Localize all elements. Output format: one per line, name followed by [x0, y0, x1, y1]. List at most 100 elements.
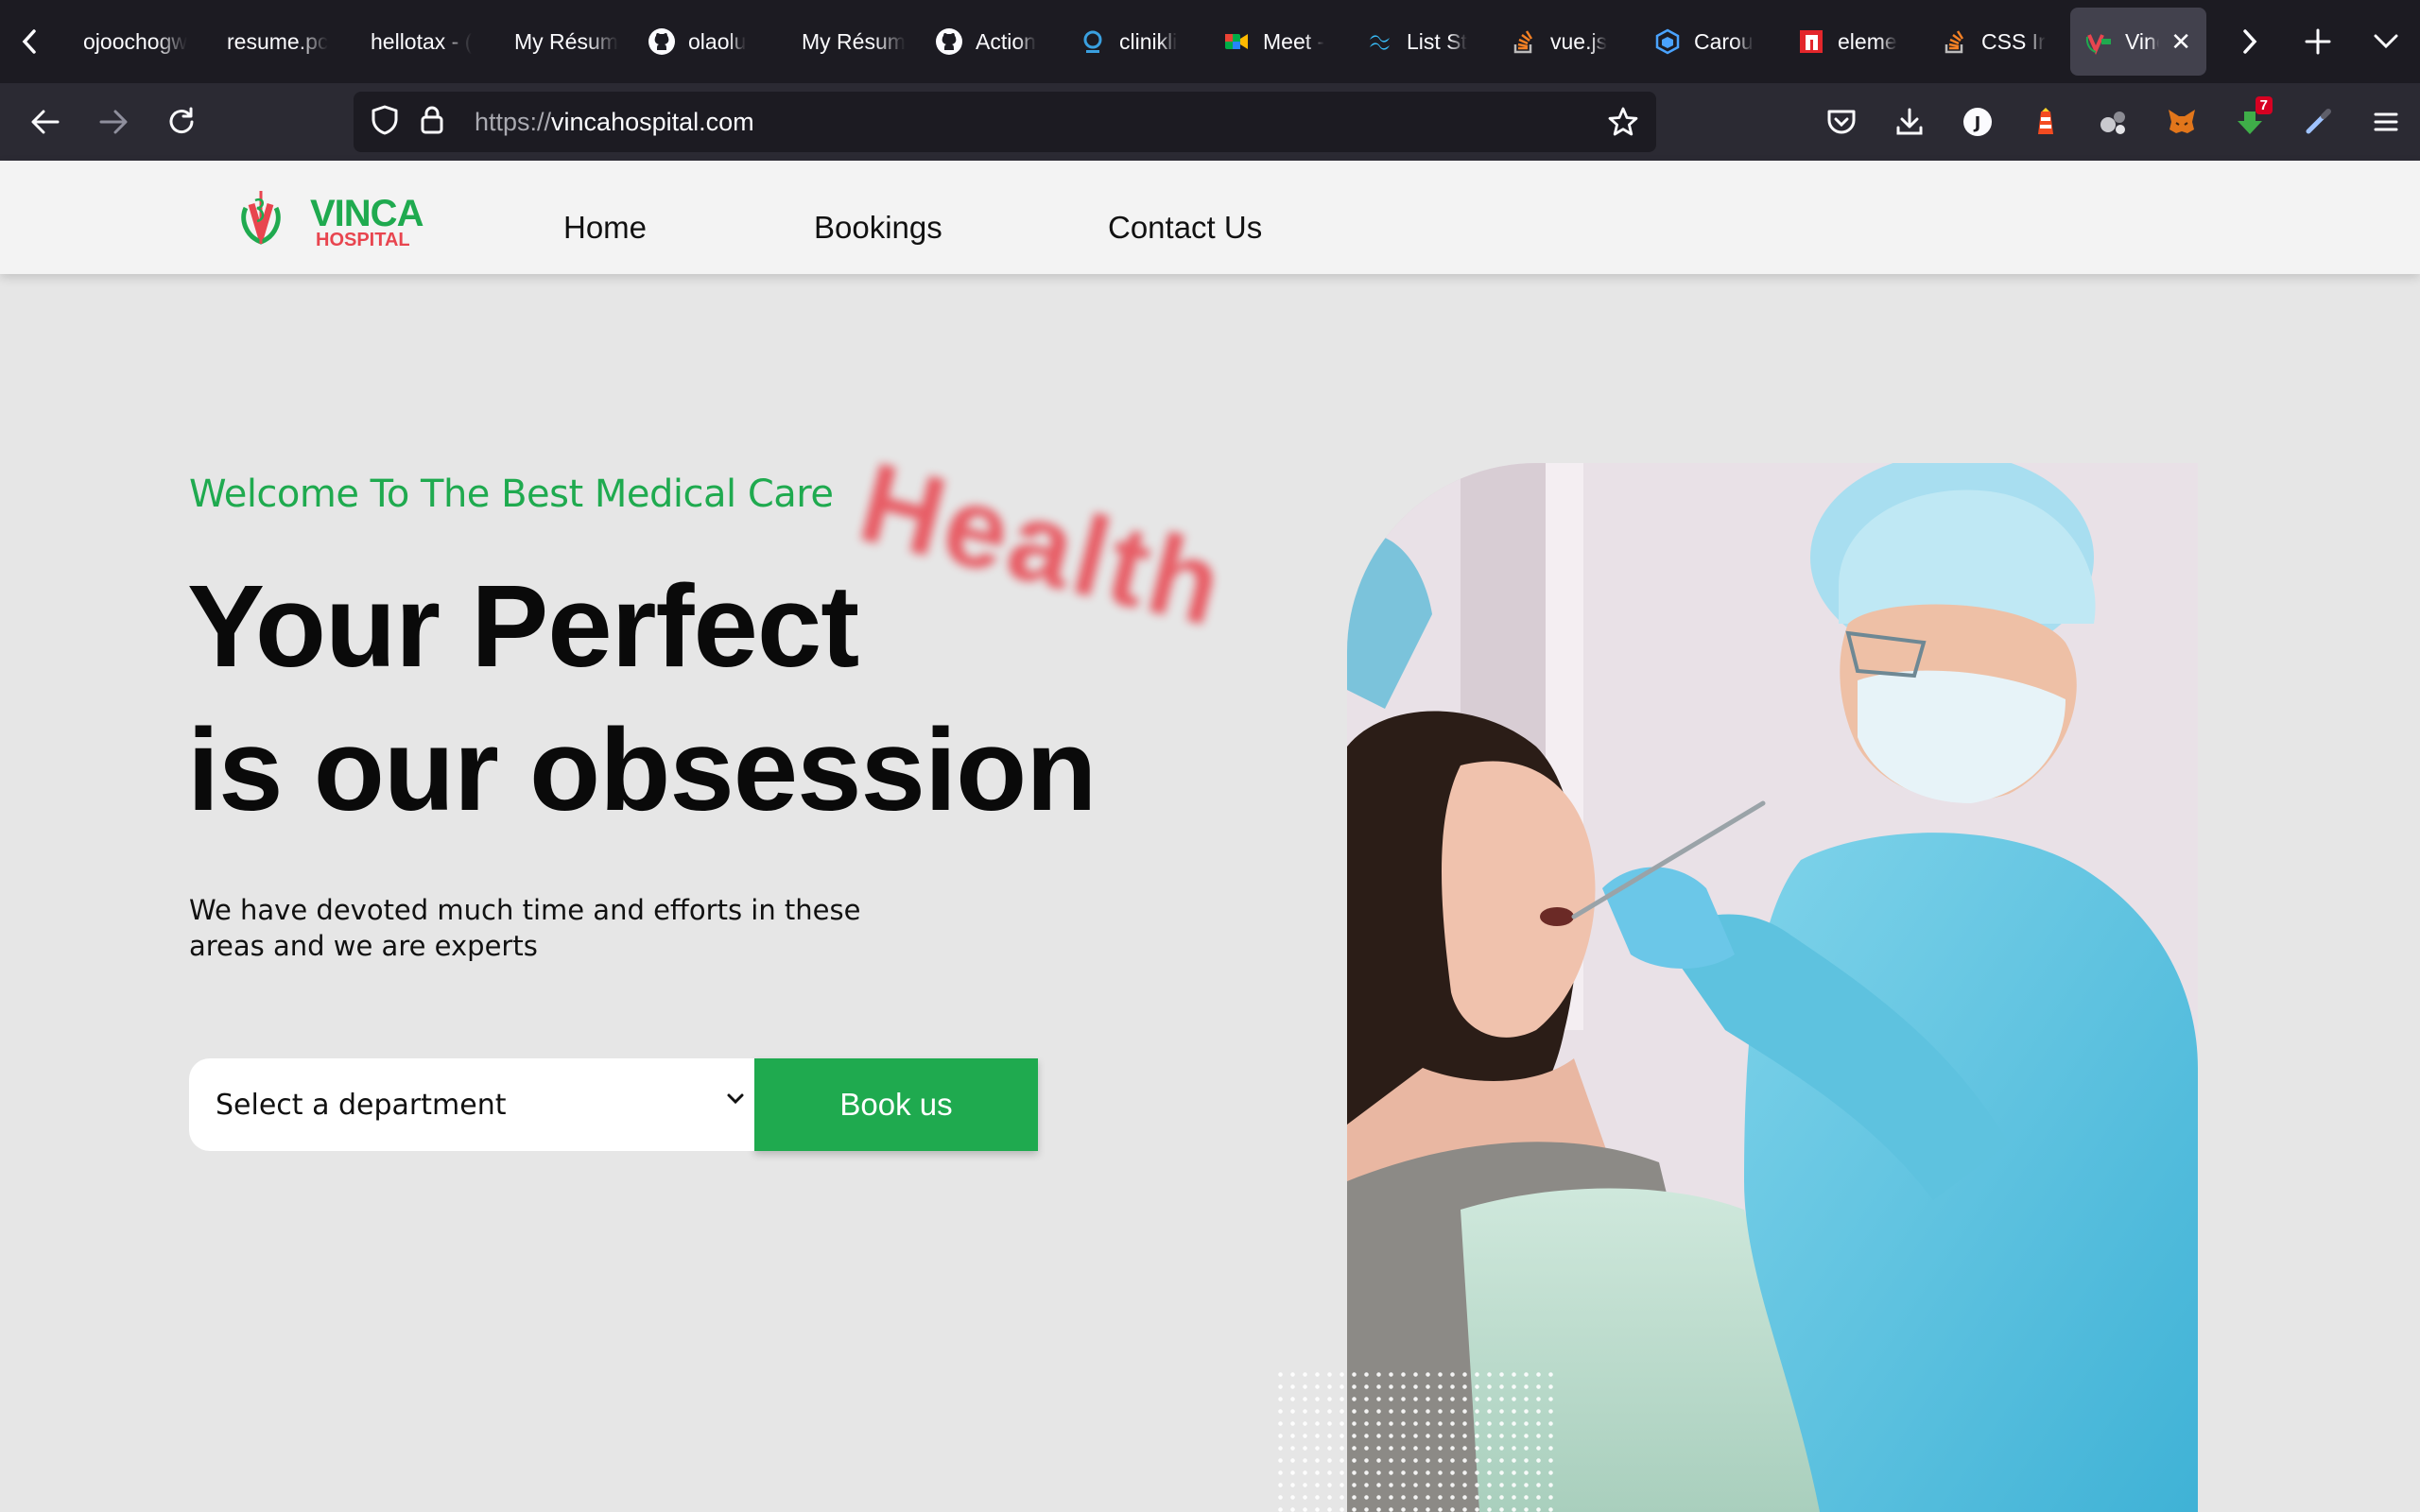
decorative-dot-grid — [1274, 1368, 1558, 1512]
github-icon — [647, 26, 677, 57]
vinca-favicon-icon — [2083, 26, 2114, 57]
browser-nav-bar: https://vincahospital.com J 7 — [0, 83, 2420, 161]
booking-form: Select a department Book us — [189, 1058, 1038, 1151]
tab[interactable]: List St — [1352, 8, 1495, 76]
extension-badge: 7 — [2255, 96, 2273, 114]
tab[interactable]: Meet - — [1208, 8, 1352, 76]
tab-label: Action — [976, 28, 1036, 54]
hero-description: We have devoted much time and efforts in… — [189, 894, 861, 962]
hero-headline: Your Perfect is our obsession — [187, 556, 1097, 843]
lock-icon[interactable] — [420, 105, 454, 140]
tab[interactable]: hellotax - ( — [346, 8, 490, 76]
tailwind-icon — [1365, 26, 1395, 57]
tab-scroll-left-button[interactable] — [0, 0, 59, 83]
molecule-extension-button[interactable] — [2080, 83, 2148, 161]
hero-photo-dentist — [1347, 463, 2198, 1512]
chevron-down-icon — [2374, 34, 2398, 49]
vinca-logo[interactable]: VINCA HOSPITAL — [236, 187, 435, 253]
lighthouse-icon — [2038, 108, 2053, 134]
color-picker-extension-button[interactable] — [2284, 83, 2352, 161]
download-icon — [1896, 108, 1923, 135]
app-menu-button[interactable] — [2352, 83, 2420, 161]
tab-active[interactable]: Vinc ✕ — [2070, 8, 2206, 76]
n-logo-icon — [1796, 26, 1826, 57]
chevron-left-icon — [22, 29, 36, 54]
arrow-right-icon — [99, 110, 128, 134]
chevron-right-icon — [2243, 29, 2257, 54]
tab-label: clinikli — [1119, 28, 1178, 54]
tab[interactable]: My Résum — [777, 8, 921, 76]
url-scheme: https:// — [475, 107, 552, 136]
tab-label: ojoochogw — [83, 28, 187, 54]
tab[interactable]: CSS Ir — [1927, 8, 2070, 76]
tab[interactable]: eleme — [1783, 8, 1927, 76]
welcome-tagline: Welcome To The Best Medical Care — [189, 472, 834, 516]
stackoverflow-icon — [1940, 26, 1970, 57]
tab[interactable]: resume.pc — [202, 8, 346, 76]
reload-icon — [169, 107, 194, 134]
dentist-patient-illustration — [1347, 463, 2198, 1512]
tab-strip: ojoochogw resume.pc hellotax - ( My Résum ol… — [59, 0, 2216, 83]
tab-label: Carou — [1694, 28, 1754, 54]
pocket-button[interactable] — [1807, 83, 1876, 161]
tab[interactable]: ojoochogw — [59, 8, 202, 76]
close-tab-icon[interactable]: ✕ — [2170, 27, 2191, 57]
nav-bookings-link[interactable]: Bookings — [814, 210, 942, 246]
plus-icon — [2305, 28, 2331, 55]
tab-label: eleme — [1838, 28, 1897, 54]
tab-label: CSS Ir — [1981, 28, 2046, 54]
chevron-down-icon — [727, 1093, 744, 1105]
bookmark-star-icon[interactable] — [1607, 106, 1639, 143]
svg-text:J: J — [1973, 113, 1981, 133]
headline-line-1: Your Perfect — [187, 562, 859, 692]
address-bar[interactable]: https://vincahospital.com — [354, 92, 1656, 152]
arrow-left-icon — [31, 110, 60, 134]
url-host: vincahospital.com — [551, 107, 754, 136]
tab[interactable]: clinikli — [1064, 8, 1208, 76]
book-us-button[interactable]: Book us — [754, 1058, 1038, 1151]
hamburger-menu-icon — [2374, 112, 2398, 131]
browser-tab-bar: ojoochogw resume.pc hellotax - ( My Résum ol… — [0, 0, 2420, 83]
forward-button[interactable] — [79, 83, 147, 161]
tab-label: resume.pc — [227, 28, 329, 54]
list-all-tabs-button[interactable] — [2352, 0, 2420, 83]
fox-icon — [2169, 110, 2195, 133]
github-icon — [934, 26, 964, 57]
cliniki-icon — [1078, 26, 1108, 57]
google-meet-icon — [1221, 26, 1252, 57]
headline-line-2: is our obsession — [187, 706, 1097, 835]
cube-icon — [1652, 26, 1683, 57]
back-button[interactable] — [11, 83, 79, 161]
tab-label: vue.js — [1550, 28, 1608, 54]
pocket-icon — [1827, 110, 1856, 134]
tab[interactable]: vue.js — [1495, 8, 1639, 76]
url-text[interactable]: https://vincahospital.com — [475, 108, 754, 137]
metamask-extension-button[interactable] — [2148, 83, 2216, 161]
new-tab-button[interactable] — [2284, 0, 2352, 83]
lighthouse-extension-button[interactable] — [2012, 83, 2080, 161]
department-select[interactable]: Select a department — [189, 1058, 754, 1151]
tab-label: hellotax - ( — [371, 28, 473, 54]
tab-label: Meet - — [1263, 28, 1325, 54]
downloads-button[interactable] — [1876, 83, 1944, 161]
department-select-value: Select a department — [216, 1088, 507, 1122]
nav-contact-link[interactable]: Contact Us — [1108, 210, 1262, 246]
tab-label: List St — [1407, 28, 1467, 54]
eyedropper-icon — [2306, 109, 2331, 134]
tracking-protection-shield-icon[interactable] — [371, 104, 405, 141]
tab-label: olaolu — [688, 28, 747, 54]
tab[interactable]: Carou — [1639, 8, 1783, 76]
tab-label: Vinc — [2125, 28, 2159, 54]
download-manager-extension-button[interactable]: 7 — [2216, 83, 2284, 161]
molecule-icon — [2100, 112, 2125, 134]
reload-button[interactable] — [147, 83, 216, 161]
logo-subtitle: HOSPITAL — [316, 230, 410, 250]
tab[interactable]: My Résum — [490, 8, 633, 76]
tab[interactable]: olaolu — [633, 8, 777, 76]
account-extension-button[interactable]: J — [1944, 83, 2012, 161]
tab[interactable]: Action — [921, 8, 1064, 76]
tab-scroll-right-button[interactable] — [2216, 0, 2284, 83]
nav-home-link[interactable]: Home — [563, 210, 647, 246]
stackoverflow-icon — [1509, 26, 1539, 57]
tab-label: My Résum — [514, 28, 618, 54]
